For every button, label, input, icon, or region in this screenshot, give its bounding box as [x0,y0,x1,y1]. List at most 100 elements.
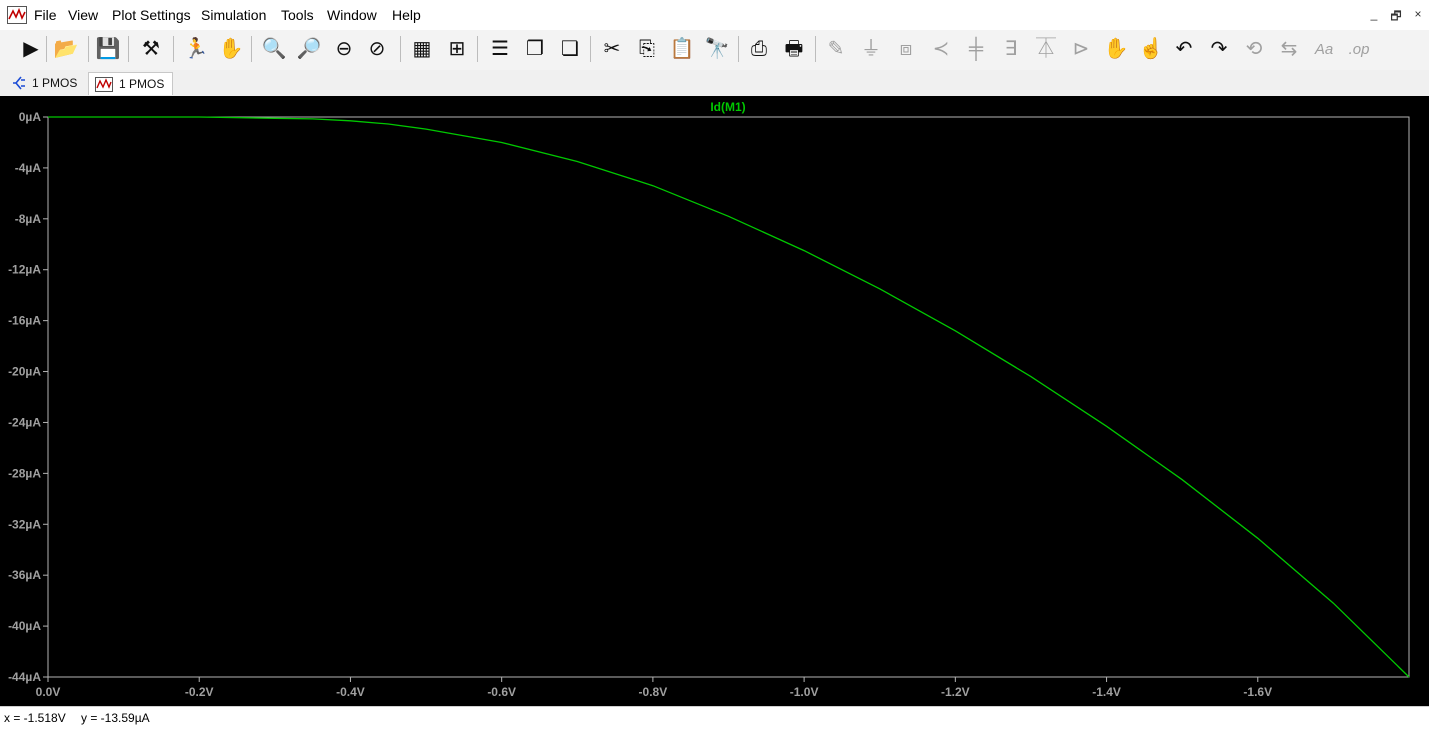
tile-vertical-button[interactable]: ❏ [556,35,584,63]
wire-button[interactable]: ✎ [822,35,850,63]
undo-button[interactable]: ↶ [1170,35,1198,63]
control-panel-button[interactable]: ⚒ [137,35,165,63]
move-button[interactable]: ✋ [1102,35,1130,63]
mirror-button[interactable]: ⇆ [1275,35,1303,63]
measure-button[interactable]: ⊞ [443,35,471,63]
menu-help[interactable]: Help [392,7,421,23]
toolbar-separator [477,36,478,62]
x-tick-label: -0.2V [185,685,214,699]
zoom-out-button[interactable]: 🔎 [295,35,323,63]
menu-simulation[interactable]: Simulation [201,7,266,23]
tile-horizontal-button[interactable]: ☰ [486,35,514,63]
restore-button[interactable]: 🗗 [1388,7,1404,28]
drag-button[interactable]: ☝ [1137,35,1165,63]
resistor-button[interactable]: ≺ [927,35,955,63]
redo-button[interactable]: ↷ [1205,35,1233,63]
minimize-button[interactable]: _ [1366,7,1382,21]
close-button[interactable]: × [1410,7,1426,21]
tab-schematic-label: 1 PMOS [32,76,78,90]
save-button[interactable]: 💾 [94,35,122,63]
zoom-in-icon: 🔍 [261,38,287,60]
inductor-button[interactable]: ∃ [997,35,1025,63]
tab-schematic[interactable]: 1 PMOS [6,72,85,94]
redo-icon: ↷ [1210,38,1228,60]
toolbar: ▶ 📂 💾 ⚒ 🏃 ✋ 🔍 🔎 ⊖ ⊘ ▦ ⊞ ☰ ❐ ❏ ✂ ⎘ 📋 🔭 ⎙ 🖶 ✎ ⏚ ⧈ ≺ ╪ ∃ ⏄ ⊳ ✋ ☝ ↶ ↷ ⟲ ⇆ Aa .op [0,30,1429,71]
find-button[interactable]: 🔭 [703,35,731,63]
print-icon: 🖶 [784,38,804,60]
print-button[interactable]: 🖶 [780,35,808,63]
rotate-button[interactable]: ⟲ [1240,35,1268,63]
zoom-out-icon: 🔎 [296,38,322,60]
spice-directive-button[interactable]: .op [1345,35,1373,63]
schematic-icon [13,76,25,90]
trace-label[interactable]: Id(M1) [710,100,745,114]
zoom-minus-button[interactable]: ⊖ [330,35,358,63]
open-button[interactable]: 📂 [52,35,80,63]
toolbar-separator [738,36,739,62]
copy-icon: ⎘ [639,38,655,60]
toolbar-separator [400,36,401,62]
x-tick-label: -0.6V [487,685,516,699]
autorange-icon: ▦ [412,38,432,60]
halt-button[interactable]: 🏃 [182,35,210,63]
spice-directive-icon: .op [1348,40,1370,58]
capacitor-icon: ╪ [968,38,984,60]
x-tick-label: -0.4V [336,685,365,699]
inductor-icon: ∃ [1004,38,1018,60]
menu-tools[interactable]: Tools [281,7,314,23]
pan-button[interactable]: ✋ [217,35,245,63]
mirror-icon: ⇆ [1280,38,1298,60]
tab-bar: 1 PMOS 1 PMOS [0,70,1429,96]
autorange-button[interactable]: ▦ [408,35,436,63]
rotate-icon: ⟲ [1245,38,1263,60]
zoom-in-button[interactable]: 🔍 [260,35,288,63]
trace-id-m1[interactable] [48,116,1410,678]
component-button[interactable]: ⊳ [1067,35,1095,63]
run-button[interactable]: ▶ [17,35,45,63]
y-tick-label: -44µA [8,670,41,684]
y-tick-label: -24µA [8,415,41,429]
x-tick-label: -1.0V [790,685,819,699]
find-icon: 🔭 [704,38,730,60]
menu-view[interactable]: View [68,7,98,23]
toolbar-separator [46,36,47,62]
y-tick-label: -36µA [8,568,41,582]
menu-file[interactable]: File [34,7,57,23]
print-setup-button[interactable]: ⎙ [745,35,773,63]
y-tick-label: -8µA [15,212,42,226]
ground-icon: ⏚ [861,38,881,60]
tile-horizontal-icon: ☰ [491,38,509,60]
plot-pane[interactable]: 0µA -4µA -8µA -12µA -16µA -20µA -24µA -28µA -32µ… [0,96,1429,706]
waveform-chart[interactable]: 0µA -4µA -8µA -12µA -16µA -20µA -24µA -28µA -32µ… [0,96,1429,706]
component-icon: ⊳ [1072,38,1090,60]
menu-plot-settings[interactable]: Plot Settings [112,7,191,23]
text-icon: Aa [1314,40,1334,58]
diode-button[interactable]: ⏄ [1032,35,1060,63]
x-tick-label: -1.4V [1092,685,1121,699]
menu-window[interactable]: Window [327,7,377,23]
y-tick-label: -32µA [8,517,41,531]
drag-icon: ☝ [1138,38,1164,60]
paste-icon: 📋 [669,38,695,60]
text-button[interactable]: Aa [1310,35,1338,63]
tab-waveform[interactable]: 1 PMOS [88,72,174,95]
x-tick-label: -1.2V [941,685,970,699]
menu-bar: File View Plot Settings Simulation Tools… [0,0,1429,31]
tile-vertical-icon: ❏ [561,38,579,60]
label-net-button[interactable]: ⧈ [892,35,920,63]
resistor-icon: ≺ [932,38,950,60]
cut-icon: ✂ [603,38,621,60]
cascade-button[interactable]: ❐ [521,35,549,63]
zoom-cancel-icon: ⊘ [368,38,386,60]
capacitor-button[interactable]: ╪ [962,35,990,63]
tab-waveform-label: 1 PMOS [119,77,165,91]
y-tick-label: 0µA [19,110,42,124]
ground-button[interactable]: ⏚ [857,35,885,63]
paste-button[interactable]: 📋 [668,35,696,63]
ltspice-app-icon [7,6,27,24]
cut-button[interactable]: ✂ [598,35,626,63]
y-tick-label: -12µA [8,263,41,277]
toolbar-separator [88,36,89,62]
copy-button[interactable]: ⎘ [633,35,661,63]
zoom-cancel-button[interactable]: ⊘ [363,35,391,63]
